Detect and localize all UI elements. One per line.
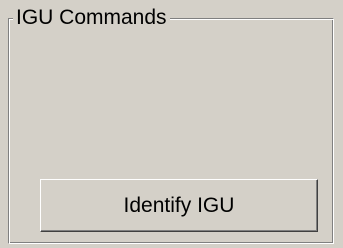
- identify-igu-button[interactable]: Identify IGU: [40, 179, 318, 232]
- groupbox-title: IGU Commands: [13, 5, 170, 31]
- igu-commands-panel: IGU Commands Identify IGU: [0, 0, 343, 248]
